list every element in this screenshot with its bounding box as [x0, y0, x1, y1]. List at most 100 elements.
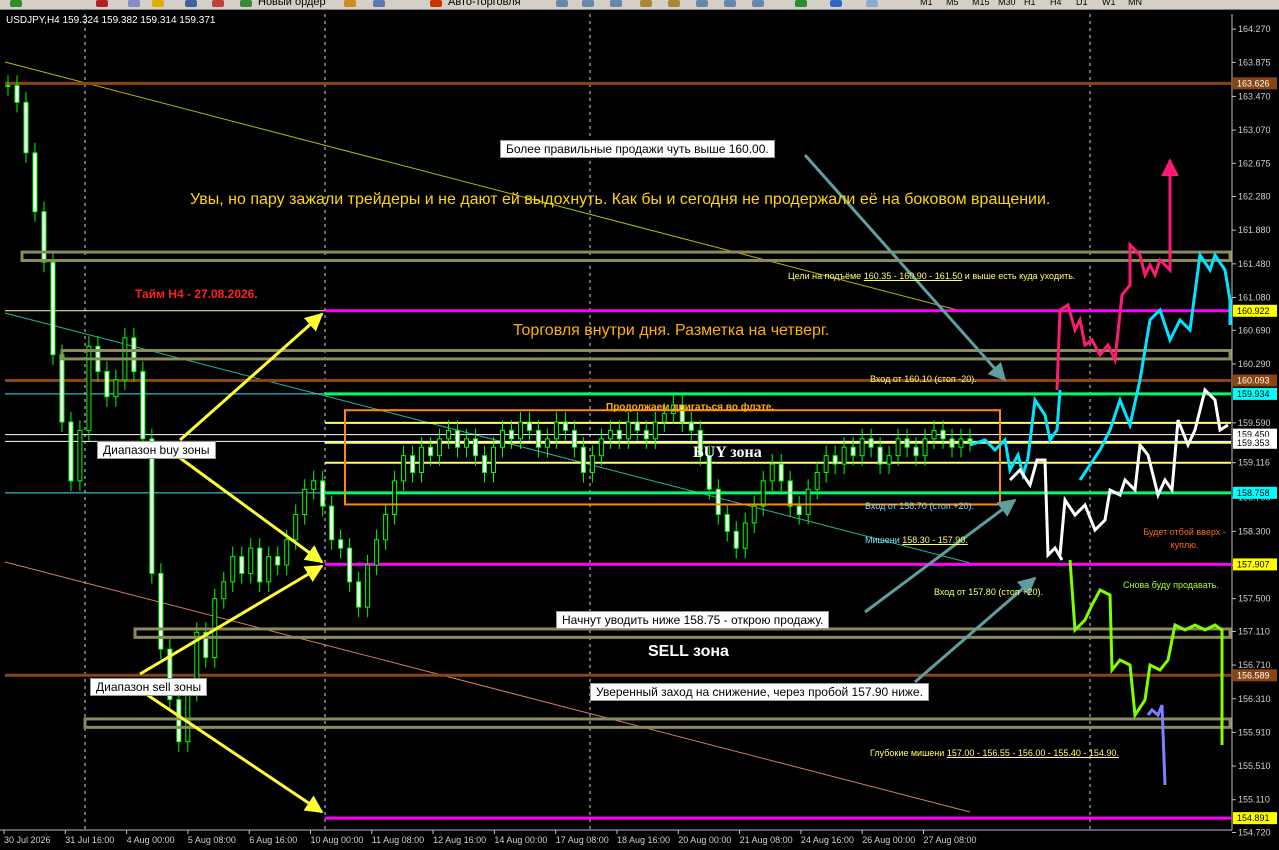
- metaeditor-icon[interactable]: [344, 0, 356, 7]
- price-tick-label: 155.510: [1238, 761, 1271, 771]
- price-tick-label: 163.070: [1238, 125, 1271, 135]
- candle: [643, 429, 649, 440]
- candle: [922, 438, 928, 457]
- price-tag-label: 160.093: [1237, 376, 1270, 386]
- candle: [562, 421, 568, 431]
- price-tick-label: 162.675: [1238, 158, 1271, 168]
- line-chart-icon[interactable]: [610, 0, 622, 7]
- time-tick-label: 10 Aug 00:00: [311, 835, 364, 845]
- candles: [5, 75, 973, 752]
- price-tag-label: 160.922: [1237, 306, 1270, 316]
- timeframe-m5[interactable]: M5: [946, 0, 959, 7]
- deep-targets-prefix: Глубокие мишени: [870, 748, 945, 758]
- candle: [841, 446, 847, 465]
- candle: [787, 480, 793, 507]
- indicators-icon[interactable]: [795, 0, 807, 7]
- candle: [886, 455, 892, 465]
- price-tick-label: 163.470: [1238, 91, 1271, 101]
- entry-160-10-label: Вход от 160.10 (стоп -20).: [870, 374, 977, 384]
- candle-chart-icon[interactable]: [582, 0, 594, 7]
- timeframe-h1[interactable]: H1: [1024, 0, 1036, 7]
- time-tick-label: 4 Aug 00:00: [127, 835, 175, 845]
- candle: [221, 581, 227, 600]
- price-tick-label: 160.690: [1238, 325, 1271, 335]
- new-order-button[interactable]: Новый ордер: [258, 0, 326, 8]
- time-tick-label: 17 Aug 08:00: [556, 835, 609, 845]
- candle: [113, 379, 119, 398]
- timeframe-d1[interactable]: D1: [1076, 0, 1088, 7]
- candle: [428, 446, 434, 457]
- timeframe-m15[interactable]: M15: [972, 0, 990, 7]
- buy-zone-label: BUY зона: [693, 444, 762, 461]
- periods-icon[interactable]: [830, 0, 842, 7]
- candle: [176, 699, 182, 743]
- price-tick-label: 163.875: [1238, 57, 1271, 67]
- range-box: [20, 250, 1232, 262]
- candle: [967, 438, 973, 442]
- candle: [293, 514, 299, 541]
- autoscroll-icon[interactable]: [752, 0, 764, 7]
- timeframe-date-label: Тайм H4 - 27.08.2026.: [135, 287, 258, 301]
- candle: [32, 152, 38, 213]
- price-chart[interactable]: 164.270 163.875 163.470 163.070 162.675 162.2…: [0, 10, 1279, 850]
- candle: [742, 522, 748, 549]
- entry-158-70-label: Вход от 158.70 (стоп +20).: [865, 501, 974, 511]
- candle: [140, 371, 146, 440]
- terminal-icon[interactable]: [212, 0, 224, 7]
- candle: [275, 556, 281, 566]
- zoom-out-icon[interactable]: [668, 0, 680, 7]
- navigator-icon[interactable]: [185, 0, 197, 7]
- zoom-in-icon[interactable]: [640, 0, 652, 7]
- new-window-icon[interactable]: [96, 0, 108, 7]
- price-tag-label: 159.934: [1237, 389, 1270, 399]
- bounce-annotation: Будет отбой вверх - куплю.: [1143, 527, 1226, 550]
- candle: [338, 539, 344, 549]
- market-watch-icon[interactable]: [373, 0, 385, 7]
- candle: [464, 438, 470, 448]
- candle: [455, 429, 461, 448]
- candle: [50, 261, 56, 356]
- timeframe-h4[interactable]: H4: [1050, 0, 1062, 7]
- timeframe-m30[interactable]: M30: [998, 0, 1016, 7]
- bar-chart-icon[interactable]: [556, 0, 568, 7]
- candle: [805, 488, 811, 516]
- timeframe-mn[interactable]: MN: [1128, 0, 1142, 7]
- price-tick-label: 155.110: [1238, 795, 1270, 805]
- terminal-toolbar: Новый ордер Авто-торговля M1 M5 M15 M30 H1 H4…: [0, 0, 1279, 10]
- templates-icon[interactable]: [866, 0, 878, 7]
- candle: [850, 446, 856, 457]
- candle: [59, 354, 65, 423]
- timeframe-m1[interactable]: M1: [920, 0, 933, 7]
- candle: [751, 505, 757, 524]
- ohlc-readout: 159.324 159.382 159.314 159.371: [62, 15, 216, 26]
- timeframe-w1[interactable]: W1: [1102, 0, 1116, 7]
- add-chart-icon[interactable]: [10, 0, 22, 7]
- candle: [544, 438, 550, 448]
- candle: [625, 421, 631, 440]
- deep-targets-annotation: Глубокие мишени 157.00 - 156.55 - 156.00…: [870, 748, 1119, 758]
- buy-zone-box: [344, 409, 1001, 506]
- targets-up-values: 160.35 - 160.90 - 161.50: [863, 271, 963, 281]
- favorites-star-icon[interactable]: [152, 0, 164, 7]
- blue-path: [1146, 704, 1167, 786]
- time-tick-label: 21 Aug 08:00: [740, 835, 793, 845]
- candle: [832, 455, 838, 465]
- time-tick-label: 18 Aug 16:00: [617, 835, 670, 845]
- profiles-icon[interactable]: [128, 0, 140, 7]
- candle: [311, 480, 317, 490]
- sell-again-annotation: Снова буду продавать.: [1123, 580, 1219, 590]
- candle: [904, 438, 910, 448]
- candle: [77, 429, 83, 482]
- candle: [473, 438, 479, 457]
- candle: [248, 547, 254, 574]
- arrow-better-sells: [803, 154, 1007, 382]
- candle: [769, 463, 775, 482]
- candle: [877, 446, 883, 465]
- auto-trading-button[interactable]: Авто-торговля: [448, 0, 521, 8]
- sell-zone-label: SELL зона: [648, 643, 729, 660]
- auto-trading-icon[interactable]: [430, 0, 442, 7]
- tile-windows-icon[interactable]: [696, 0, 708, 7]
- price-tick-label: 157.110: [1238, 626, 1270, 636]
- chart-shift-icon[interactable]: [724, 0, 736, 7]
- new-order-icon[interactable]: [240, 0, 252, 7]
